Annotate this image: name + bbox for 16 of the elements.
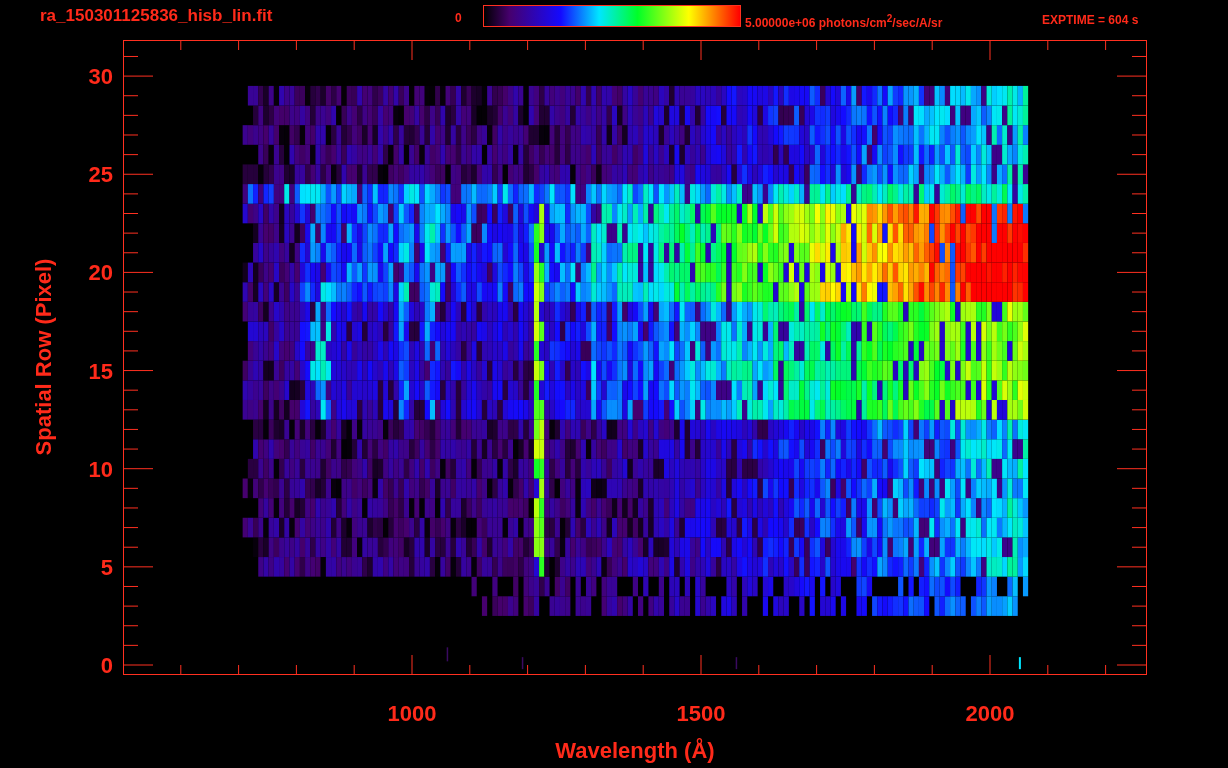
file-name: ra_150301125836_hisb_lin.fit bbox=[40, 5, 274, 27]
y-axis-title: Spatial Row (Pixel) bbox=[31, 258, 56, 456]
y-tick-label: 0 bbox=[100, 653, 113, 678]
colorbar-min-label: 0 bbox=[455, 11, 463, 25]
x-tick-label: 1000 bbox=[387, 701, 437, 726]
x-tick-label: 2000 bbox=[965, 701, 1015, 726]
exposure-time: EXPTIME = 604 s bbox=[1042, 13, 1139, 27]
x-tick-label: 1500 bbox=[676, 701, 726, 726]
colorbar-max-label: 5.00000e+06 photons/cm$^{2}$/sec/A/sr bbox=[745, 13, 944, 30]
y-tick-label: 30 bbox=[88, 64, 113, 90]
y-tick-label: 15 bbox=[88, 358, 113, 384]
x-axis-title: Wavelength (Å) bbox=[555, 738, 715, 763]
y-tick-label: 10 bbox=[88, 456, 113, 482]
y-tick-label: 25 bbox=[88, 162, 113, 188]
y-tick-label: 20 bbox=[88, 260, 113, 286]
y-tick-label: 5 bbox=[100, 554, 113, 580]
